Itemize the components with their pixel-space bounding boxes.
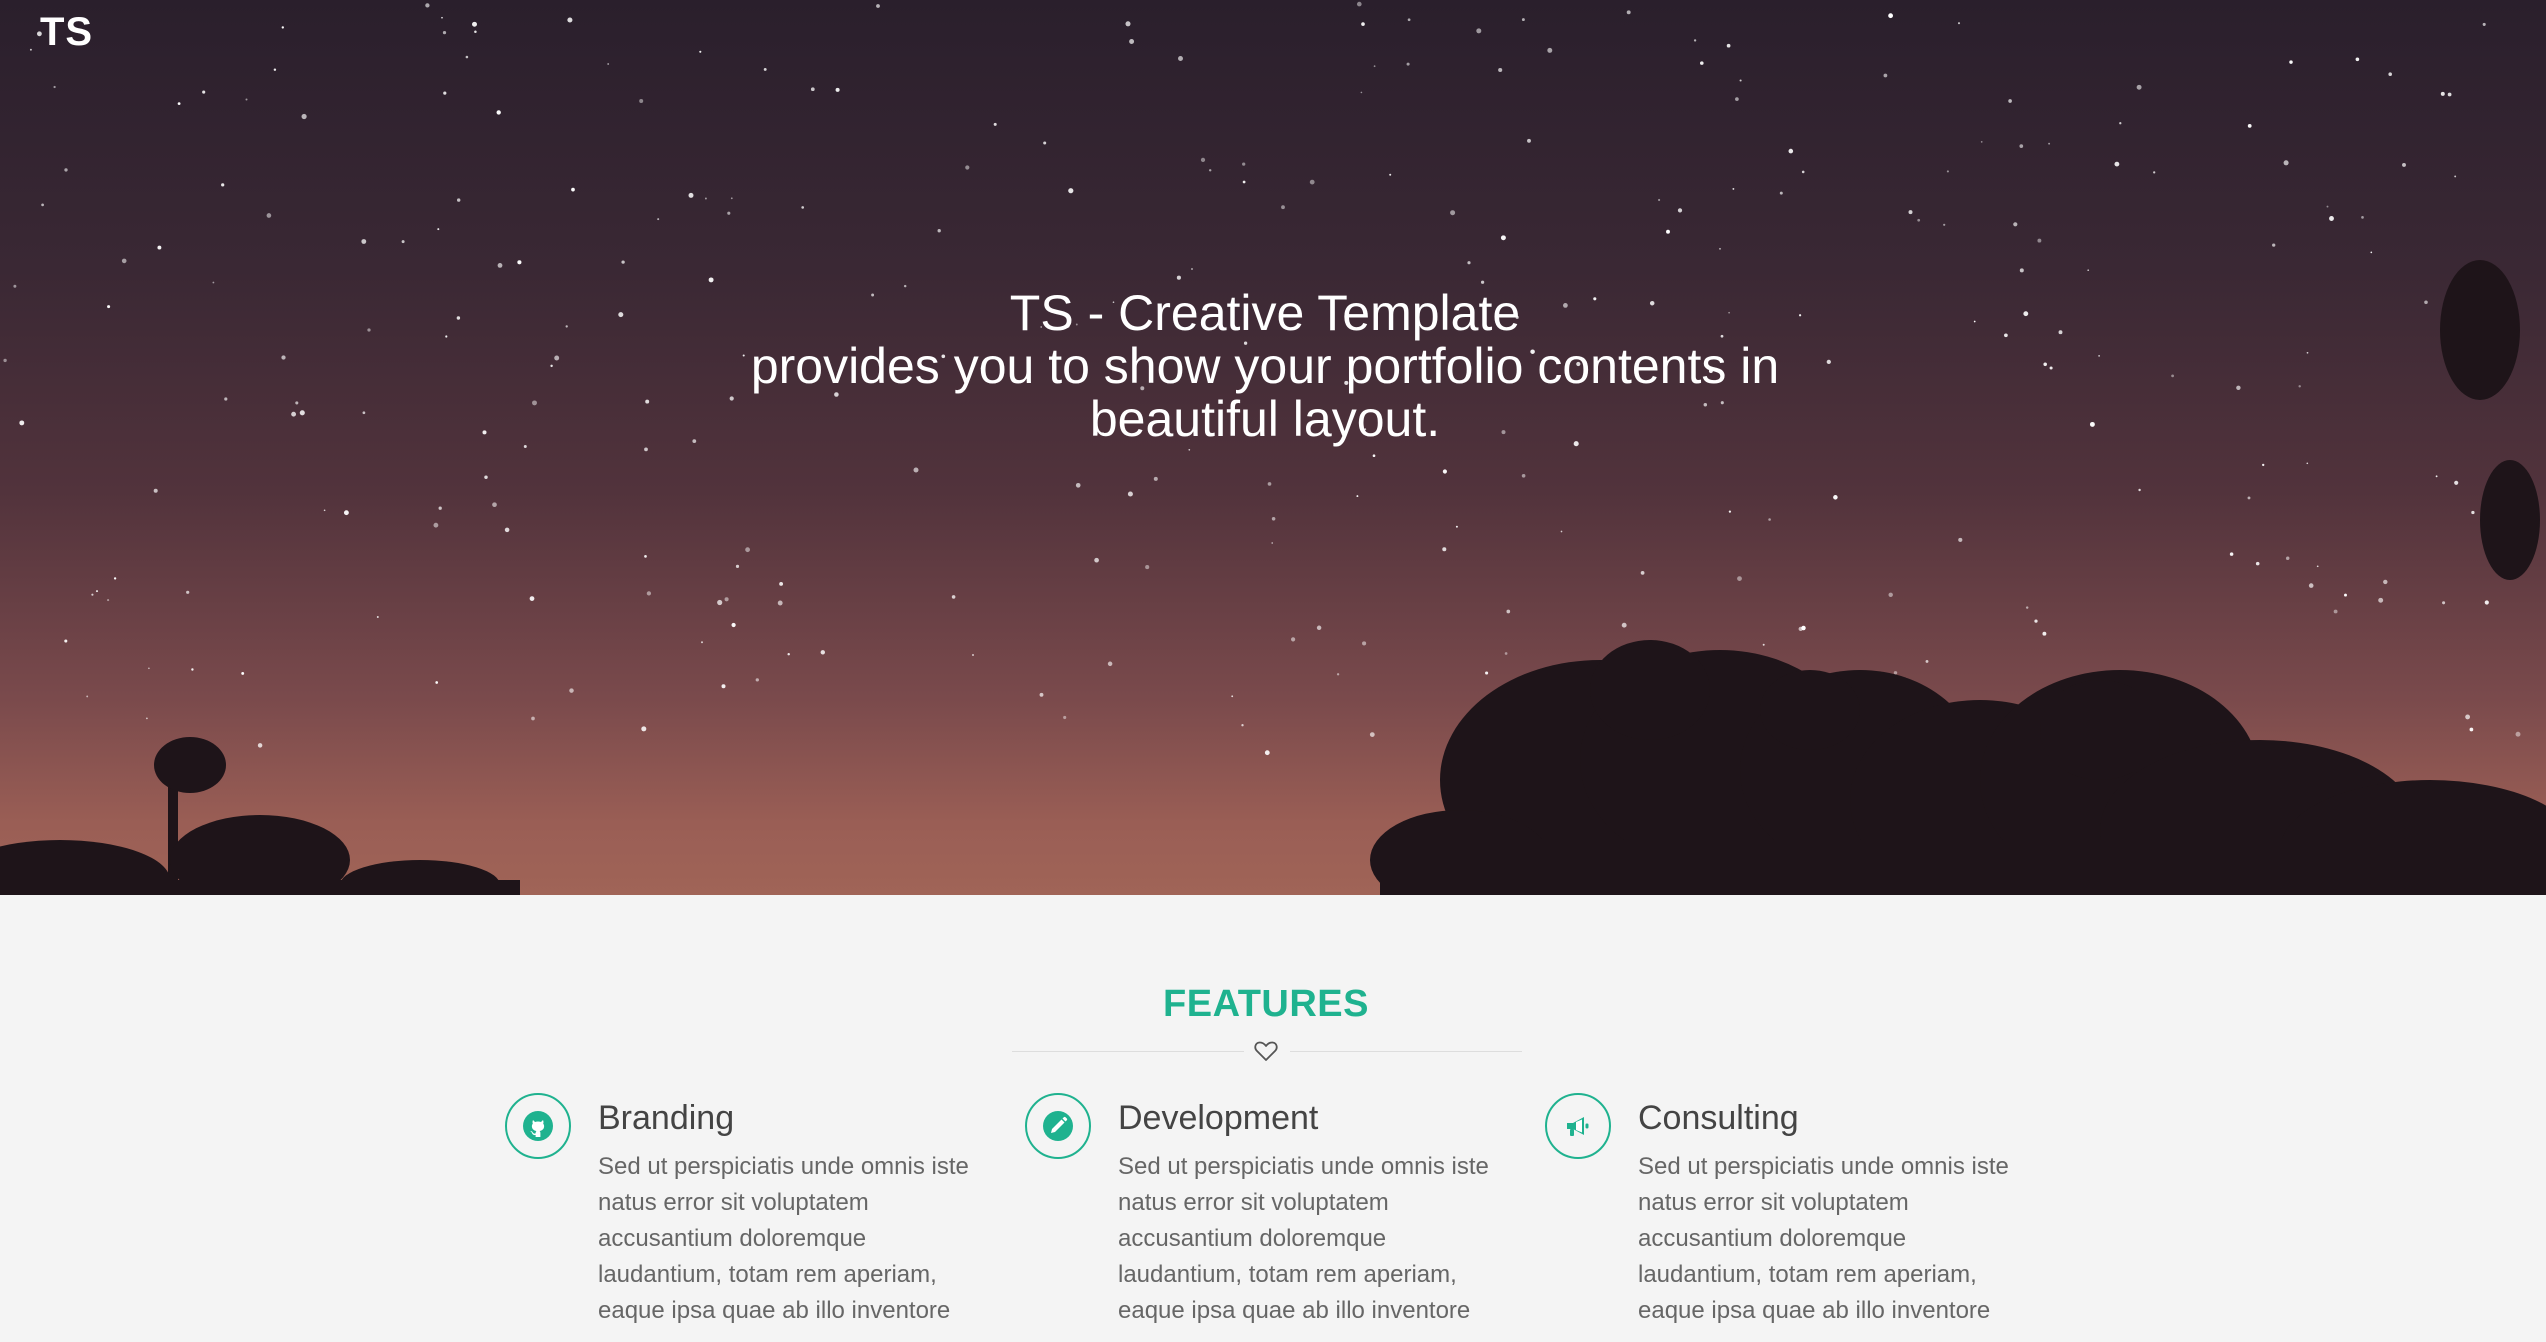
- divider-left: [1012, 1051, 1244, 1052]
- feature-icon-circle: [1545, 1093, 1611, 1159]
- feature-icon-circle: [1025, 1093, 1091, 1159]
- hero-headline: TS - Creative Template provides you to s…: [0, 287, 2530, 446]
- features-heading: FEATURES: [1163, 983, 1369, 1025]
- megaphone-icon: [1567, 1117, 1589, 1136]
- feature-description: Sed ut perspiciatis unde omnis iste natu…: [1118, 1153, 1489, 1324]
- tree-silhouettes: [0, 260, 2546, 895]
- hero-subtitle-line2: beautiful layout.: [1089, 391, 1441, 447]
- feature-description: Sed ut perspiciatis unde omnis iste natu…: [1638, 1153, 2009, 1324]
- feature-title: Consulting: [1638, 1099, 1799, 1137]
- pencil-icon: [1043, 1111, 1073, 1141]
- github-icon: [523, 1111, 553, 1141]
- divider-right: [1290, 1051, 1522, 1052]
- feature-description: Sed ut perspiciatis unde omnis iste natu…: [598, 1153, 969, 1324]
- feature-title: Branding: [598, 1099, 735, 1137]
- hero-subtitle-line1: provides you to show your portfolio cont…: [750, 338, 1780, 394]
- feature-title: Development: [1118, 1099, 1319, 1137]
- hero-section: [0, 0, 2546, 895]
- hero-title: TS - Creative Template: [1009, 285, 1521, 341]
- feature-icon-circle: [505, 1093, 571, 1159]
- site-logo[interactable]: TS: [40, 10, 93, 55]
- heart-icon: [1254, 1041, 1278, 1061]
